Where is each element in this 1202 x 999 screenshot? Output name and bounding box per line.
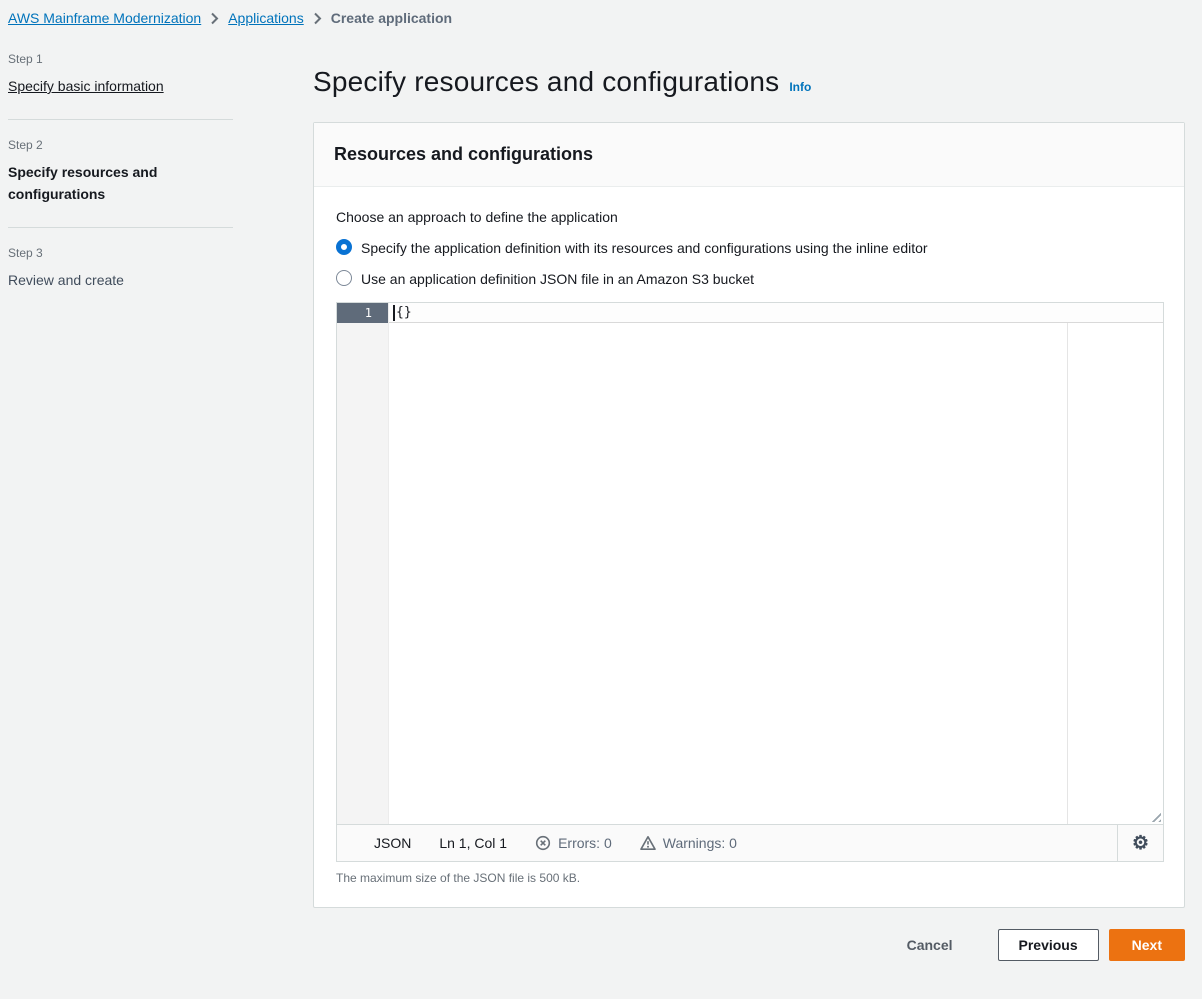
option-inline-editor[interactable]: Specify the application definition with …	[336, 237, 1164, 259]
breadcrumb-current-page: Create application	[331, 10, 452, 26]
editor-active-line: {}	[389, 303, 1163, 323]
option-s3-json-file-label[interactable]: Use an application definition JSON file …	[361, 268, 754, 290]
container-header: Resources and configurations	[314, 123, 1184, 187]
step-2-label: Step 2	[8, 138, 233, 152]
errors-count-label: Errors: 0	[558, 835, 612, 851]
option-inline-editor-label[interactable]: Specify the application definition with …	[361, 237, 928, 259]
breadcrumb-link-applications[interactable]: Applications	[228, 10, 304, 26]
step-2-title: Specify resources and configurations	[8, 161, 233, 205]
warnings-count-label: Warnings: 0	[663, 835, 737, 851]
step-1-label: Step 1	[8, 52, 233, 66]
warning-triangle-icon	[640, 835, 656, 851]
gear-icon: ⚙	[1132, 832, 1149, 855]
breadcrumb-link-service[interactable]: AWS Mainframe Modernization	[8, 10, 201, 26]
code-editor: 1 {}	[336, 302, 1164, 862]
wizard-step-3: Step 3 Review and create	[8, 227, 233, 313]
breadcrumb: AWS Mainframe Modernization Applications…	[8, 8, 1185, 26]
container-body: Choose an approach to define the applica…	[314, 187, 1184, 907]
step-1-link[interactable]: Specify basic information	[8, 75, 164, 97]
active-line-number: 1	[337, 303, 388, 323]
editor-gutter: 1	[337, 303, 389, 824]
wizard-actions: Cancel Previous Next	[313, 929, 1185, 961]
errors-status: Errors: 0	[535, 835, 612, 851]
json-size-constraint-text: The maximum size of the JSON file is 500…	[336, 871, 1164, 885]
wizard-step-2: Step 2 Specify resources and configurati…	[8, 119, 233, 227]
radio-s3-json-file[interactable]	[336, 270, 352, 286]
page-header: Specify resources and configurations Inf…	[313, 66, 1185, 98]
resources-configurations-container: Resources and configurations Choose an a…	[313, 122, 1185, 908]
editor-status-bar: JSON Ln 1, Col 1 Errors: 0	[337, 824, 1163, 861]
step-3-title: Review and create	[8, 269, 233, 291]
wizard-steps-nav: Step 1 Specify basic information Step 2 …	[8, 52, 233, 961]
info-link[interactable]: Info	[789, 80, 811, 94]
radio-inline-editor[interactable]	[336, 239, 352, 255]
step-3-label: Step 3	[8, 246, 233, 260]
wizard-content: Specify resources and configurations Inf…	[313, 52, 1185, 961]
previous-button[interactable]: Previous	[998, 929, 1099, 961]
next-button[interactable]: Next	[1109, 929, 1185, 961]
page-title: Specify resources and configurations	[313, 66, 779, 98]
editor-resize-handle[interactable]	[1148, 809, 1161, 822]
print-margin-line	[1067, 303, 1068, 824]
status-bar-items: JSON Ln 1, Col 1 Errors: 0	[337, 835, 737, 851]
editor-content: {}	[394, 305, 412, 320]
editor-text-area[interactable]: 1 {}	[337, 303, 1163, 824]
option-s3-json-file[interactable]: Use an application definition JSON file …	[336, 268, 1164, 290]
cancel-button[interactable]: Cancel	[886, 929, 974, 961]
radio-group-label: Choose an approach to define the applica…	[336, 209, 1164, 225]
create-application-wizard-page: AWS Mainframe Modernization Applications…	[0, 0, 1202, 961]
editor-code-area[interactable]: {}	[389, 303, 1163, 824]
chevron-right-icon	[210, 12, 219, 25]
wizard-step-1: Step 1 Specify basic information	[8, 52, 233, 119]
editor-settings-button[interactable]: ⚙	[1117, 825, 1163, 861]
container-title: Resources and configurations	[334, 144, 1164, 165]
warnings-status: Warnings: 0	[640, 835, 737, 851]
editor-language: JSON	[374, 835, 411, 851]
chevron-right-icon	[313, 12, 322, 25]
error-circle-icon	[535, 835, 551, 851]
text-cursor	[393, 305, 395, 321]
editor-cursor-position: Ln 1, Col 1	[439, 835, 507, 851]
